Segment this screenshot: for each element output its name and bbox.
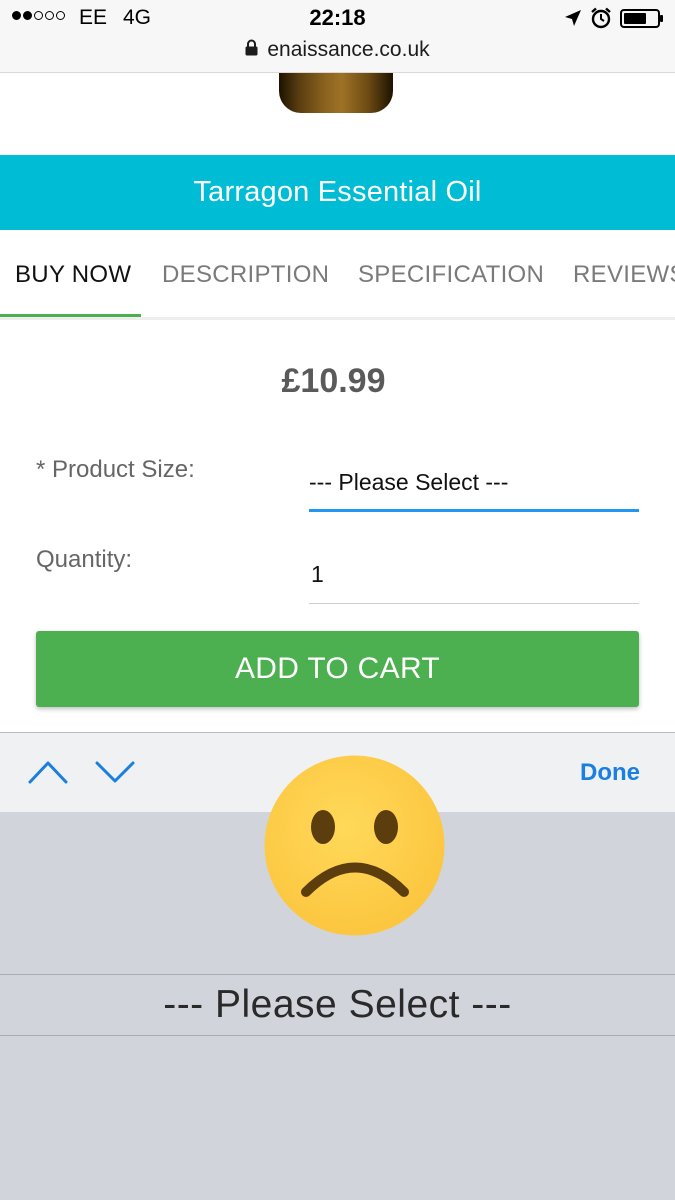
product-title-bar: Tarragon Essential Oil	[0, 155, 675, 230]
status-bar: EE 4G 22:18 enaissance.co.uk	[0, 0, 675, 73]
product-title: Tarragon Essential Oil	[193, 176, 482, 208]
quantity-label: Quantity:	[36, 546, 133, 573]
product-tabs: BUY NOW DESCRIPTION SPECIFICATION REVIEW…	[0, 230, 675, 320]
product-size-select-value: --- Please Select ---	[309, 469, 509, 495]
product-image	[0, 73, 675, 155]
sad-face-emoji	[264, 755, 445, 936]
product-bottle-image	[279, 73, 393, 113]
address-bar[interactable]: enaissance.co.uk	[0, 36, 675, 64]
tab-description[interactable]: DESCRIPTION	[162, 261, 329, 289]
product-price: £10.99	[281, 362, 386, 400]
done-button[interactable]: Done	[580, 759, 640, 787]
chevron-down-icon[interactable]	[95, 759, 135, 790]
product-size-label: * Product Size:	[36, 456, 195, 483]
alarm-icon	[590, 7, 612, 34]
tab-buy-now[interactable]: BUY NOW	[15, 261, 131, 289]
location-arrow-icon	[564, 9, 582, 32]
chevron-up-icon[interactable]	[28, 759, 68, 790]
product-size-select[interactable]: --- Please Select ---	[309, 466, 639, 512]
url-text: enaissance.co.uk	[267, 38, 430, 61]
tab-specification[interactable]: SPECIFICATION	[358, 261, 544, 289]
picker-selected-option: --- Please Select ---	[163, 983, 512, 1026]
lock-icon	[245, 39, 258, 61]
tab-reviews[interactable]: REVIEWS	[573, 261, 675, 289]
picker-selected-row[interactable]: --- Please Select ---	[0, 974, 675, 1036]
active-tab-indicator	[0, 314, 141, 317]
battery-icon	[620, 9, 664, 33]
quantity-input[interactable]: 1	[309, 556, 639, 604]
quantity-value: 1	[311, 561, 324, 587]
add-to-cart-button[interactable]: ADD TO CART	[36, 631, 639, 707]
